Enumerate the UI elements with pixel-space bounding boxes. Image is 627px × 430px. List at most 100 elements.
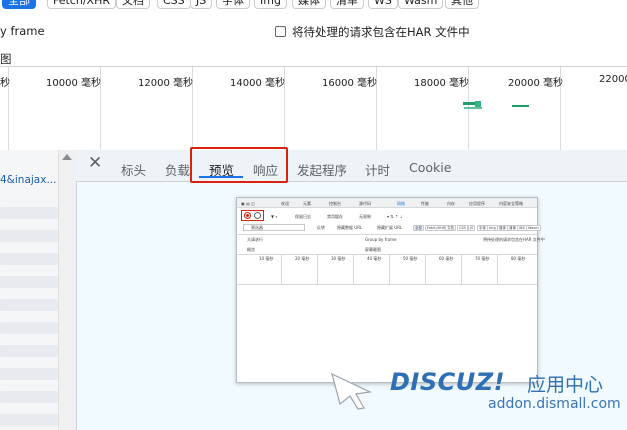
preview-time-label: 60 毫秒: [439, 256, 454, 261]
preview-gridline: [281, 254, 282, 284]
preview-filter-placeholder: 筛选器: [251, 225, 263, 230]
preview-record-dot: [246, 214, 249, 217]
filter-chip-doc[interactable]: 文档: [116, 0, 150, 9]
table-row[interactable]: [0, 207, 58, 219]
filter-chip-font[interactable]: 字体: [216, 0, 250, 9]
table-row[interactable]: [0, 391, 58, 403]
overview-activity-bar: [464, 107, 482, 109]
filter-chip-css[interactable]: CSS: [157, 0, 191, 9]
request-name[interactable]: 4&inajax...: [0, 174, 58, 186]
table-row[interactable]: [0, 368, 58, 380]
include-pending-har-label[interactable]: 将待处理的请求包含在HAR 文件中: [292, 24, 470, 40]
preview-divider: [237, 234, 537, 235]
preview-time-label: 50 毫秒: [403, 256, 418, 261]
preview-row-label: 概览: [247, 247, 255, 252]
filter-chip-wasm[interactable]: Wasm: [398, 0, 444, 9]
preview-row-label: 大请求行: [247, 237, 263, 242]
preview-toolbar-icons: ▾ ⇅ ⇡ ⇣: [387, 214, 403, 219]
watermark-logo: DISCUZ!: [390, 368, 506, 396]
preview-tab: 内存: [447, 201, 455, 206]
preview-tab: 性能: [421, 201, 429, 206]
preview-har-label: 将待处理的请求包含在HAR 文件中: [483, 237, 545, 242]
filter-chip-js[interactable]: JS: [190, 0, 213, 9]
response-preview-image: ▣ ▤ ◫ 欢迎 元素 控制台 源代码 网络 性能 内存 应用程序 内容安全策略…: [236, 197, 545, 383]
close-icon[interactable]: ✕: [88, 155, 102, 172]
preview-divider: [237, 254, 537, 255]
annotation-highlight-box: [190, 147, 288, 183]
preview-row-label: 屏幕截图: [365, 247, 381, 252]
preview-time-label: 20 毫秒: [295, 256, 310, 261]
preview-clear-icon: [254, 212, 261, 219]
preview-tab: 欢迎: [281, 201, 289, 206]
overview-time-label: 秒: [0, 78, 10, 89]
table-row[interactable]: [0, 230, 58, 242]
scroll-up-arrow-icon[interactable]: [62, 154, 72, 160]
preview-tab: 内容安全策略: [499, 201, 523, 206]
filter-chip-ws[interactable]: WS: [368, 0, 398, 9]
table-row[interactable]: [0, 322, 58, 334]
preview-checkbox-label: 禁用缓存: [327, 214, 343, 219]
filter-chip-media[interactable]: 媒体: [292, 0, 326, 9]
preview-tab: 网络: [397, 201, 405, 206]
tab-payload[interactable]: 负载: [165, 160, 190, 179]
tab-cookies[interactable]: Cookie: [409, 160, 451, 175]
preview-divider: [237, 284, 537, 285]
preview-gridline: [317, 254, 318, 284]
preview-gridline: [425, 254, 426, 284]
overview-time-label: 14000 毫秒: [230, 78, 285, 89]
details-tab-bar: [76, 150, 627, 182]
preview-tab: 控制台: [329, 201, 341, 206]
overview-time-label: 22000: [599, 74, 627, 85]
overview-time-label: 12000 毫秒: [138, 78, 193, 89]
preview-option: 反转: [317, 225, 325, 230]
preview-row-label: Group by frame: [365, 237, 397, 242]
preview-chip: 文档: [445, 225, 456, 231]
preview-tab: 元素: [303, 201, 311, 206]
preview-time-label: 10 毫秒: [259, 256, 274, 261]
preview-gridline: [461, 254, 462, 284]
preview-gridline: [389, 254, 390, 284]
preview-tab: 源代码: [359, 201, 371, 206]
preview-chip: JS: [468, 225, 476, 231]
preview-checkbox-label: 保留日志: [295, 214, 311, 219]
watermark-url: addon.dismall.com: [488, 396, 621, 412]
filter-chip-fetch-xhr[interactable]: Fetch/XHR: [47, 0, 116, 9]
preview-tab: 应用程序: [469, 201, 485, 206]
table-row[interactable]: [0, 276, 58, 288]
preview-chip: Fetch/XHR: [425, 225, 448, 231]
overview-time-label: 10000 毫秒: [46, 78, 101, 89]
preview-chip: CSS: [457, 225, 468, 231]
preview-time-label: 40 毫秒: [367, 256, 382, 261]
tab-headers[interactable]: 标头: [121, 160, 146, 179]
group-by-frame-label[interactable]: y frame: [0, 24, 45, 38]
preview-chip: 全部: [413, 225, 424, 231]
table-row[interactable]: [0, 414, 58, 426]
preview-gridline: [497, 254, 498, 284]
filter-chip-manifest[interactable]: 清单: [330, 0, 364, 9]
watermark-title: 应用中心: [527, 374, 604, 396]
preview-time-label: 80 毫秒: [511, 256, 526, 261]
preview-option: 隐藏数据 URL: [337, 225, 363, 230]
preview-option: 隐藏扩展 URL: [377, 225, 403, 230]
overview-label: 图: [0, 52, 12, 66]
table-row[interactable]: [0, 345, 58, 357]
include-pending-har-checkbox[interactable]: [275, 26, 286, 37]
filter-chip-other[interactable]: 其他: [445, 0, 479, 9]
devtools-network-panel: 全部 Fetch/XHR 文档 CSS JS 字体 Img 媒体 清单 WS W…: [0, 0, 627, 430]
tab-initiator[interactable]: 发起程序: [297, 160, 347, 179]
request-list-scrollbar[interactable]: [58, 150, 76, 430]
table-row[interactable]: [0, 253, 58, 265]
overview-time-label: 20000 毫秒: [508, 78, 563, 89]
tab-timing[interactable]: 计时: [365, 160, 390, 179]
table-row[interactable]: [0, 299, 58, 311]
watermark-arrow-icon: [331, 372, 373, 410]
overview-activity-bar: [512, 105, 529, 107]
preview-filter-icon: ▼ ⌕: [271, 214, 278, 219]
timeline-overview[interactable]: 秒 10000 毫秒 12000 毫秒 14000 毫秒 16000 毫秒 18…: [0, 66, 627, 151]
filter-chip-all[interactable]: 全部: [2, 0, 36, 9]
overview-time-label: 18000 毫秒: [414, 78, 469, 89]
filter-chip-img[interactable]: Img: [254, 0, 287, 9]
preview-toolbar-icons: ▣ ▤ ◫: [241, 201, 255, 206]
overview-time-label: 16000 毫秒: [322, 78, 377, 89]
preview-chip: Wasm: [526, 225, 541, 231]
